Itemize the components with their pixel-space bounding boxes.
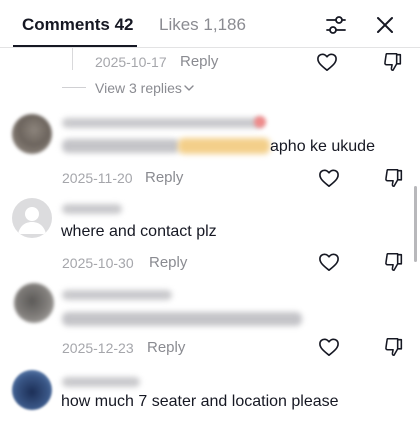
view-replies-button[interactable]: View 3 replies — [95, 79, 194, 97]
reply-button[interactable]: Reply — [147, 339, 185, 357]
comment-text: how much 7 seater and location please — [61, 393, 339, 410]
reply-button[interactable]: Reply — [149, 254, 187, 272]
scrollbar-thumb[interactable] — [414, 186, 417, 262]
chevron-down-icon — [184, 85, 194, 91]
comment-text: apho ke ukude — [270, 138, 375, 155]
emoji-blurred — [178, 138, 270, 154]
comment-list[interactable]: 2025-10-17 Reply View 3 replies apho ke … — [0, 48, 420, 423]
reply-button[interactable]: Reply — [180, 53, 218, 71]
comment-date: 2025-10-30 — [62, 255, 134, 271]
avatar[interactable] — [12, 114, 52, 154]
dislike-icon[interactable] — [383, 167, 405, 189]
dislike-icon[interactable] — [383, 251, 405, 273]
emoji-blurred — [254, 116, 266, 128]
heart-icon[interactable] — [318, 252, 340, 272]
default-user-icon — [18, 207, 46, 234]
view-replies-line — [62, 87, 86, 88]
filter-sliders-icon[interactable] — [323, 12, 349, 38]
dislike-icon[interactable] — [383, 336, 405, 358]
heart-icon[interactable] — [318, 168, 340, 188]
view-replies-label: View 3 replies — [95, 80, 182, 96]
username-blurred — [62, 290, 172, 300]
thread-connector-line — [72, 48, 73, 70]
reply-button[interactable]: Reply — [145, 169, 183, 187]
comment-date: 2025-11-20 — [62, 170, 133, 186]
reply-date: 2025-10-17 — [95, 54, 167, 70]
username-blurred — [62, 118, 262, 128]
tab-comments[interactable]: Comments 42 — [22, 14, 133, 36]
comment-date: 2025-12-23 — [62, 340, 134, 356]
comment-text-blurred — [62, 139, 180, 153]
comments-header: Comments 42 Likes 1,186 — [0, 0, 420, 50]
heart-icon[interactable] — [318, 337, 340, 357]
heart-icon[interactable] — [316, 52, 338, 72]
username-blurred — [62, 377, 140, 387]
close-icon[interactable] — [372, 12, 398, 38]
tab-likes[interactable]: Likes 1,186 — [159, 14, 246, 36]
avatar-default[interactable] — [12, 198, 52, 238]
avatar[interactable] — [14, 283, 54, 323]
avatar[interactable] — [12, 370, 52, 410]
dislike-icon[interactable] — [382, 51, 404, 73]
username-blurred — [62, 204, 122, 214]
comment-text: where and contact plz — [61, 223, 217, 240]
comment-text-blurred — [62, 312, 302, 326]
